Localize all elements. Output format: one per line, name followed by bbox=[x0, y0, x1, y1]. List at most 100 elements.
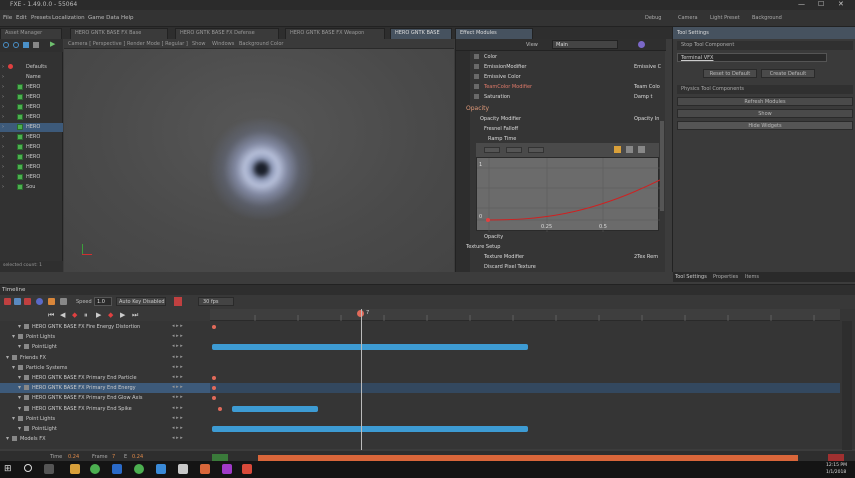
speed-input[interactable]: 1.0 bbox=[94, 297, 112, 306]
menu-file[interactable]: File bbox=[3, 15, 12, 21]
menu-presets[interactable]: Presets bbox=[31, 15, 51, 21]
asset-checkbox[interactable] bbox=[17, 94, 23, 100]
chevron-down-icon[interactable]: ▾ bbox=[18, 405, 21, 412]
track-lane[interactable] bbox=[210, 332, 840, 342]
track-lane[interactable] bbox=[210, 353, 840, 363]
chevron-right-icon[interactable]: › bbox=[2, 74, 4, 80]
view-select[interactable]: Main bbox=[552, 40, 618, 49]
chevron-right-icon[interactable]: › bbox=[2, 94, 4, 100]
effect-row-value[interactable]: Team Colo bbox=[634, 84, 660, 90]
tab-weapon[interactable]: HERO GNTK BASE FX Weapon bbox=[285, 28, 385, 39]
track-row[interactable]: ▾ PointLight ◂ ▸ ▸ bbox=[0, 342, 210, 352]
track-lane[interactable] bbox=[210, 424, 840, 434]
clip-bar[interactable] bbox=[212, 344, 528, 351]
chevron-down-icon[interactable]: ▾ bbox=[12, 415, 15, 422]
track-lane[interactable] bbox=[210, 373, 840, 383]
effect-row[interactable]: EmissionModifier Emissive C bbox=[470, 62, 666, 72]
camera-dropdown[interactable]: Camera bbox=[678, 15, 698, 21]
minimize-button[interactable]: — bbox=[798, 0, 805, 8]
stop-tool-section[interactable]: Stop Tool Component bbox=[677, 41, 853, 50]
camera-mode[interactable]: Camera [ Perspective ] bbox=[68, 41, 125, 47]
asset-row[interactable]: › HERO bbox=[0, 173, 63, 182]
track-controls-icon[interactable]: ◂ ▸ ▸ bbox=[172, 384, 183, 390]
zoom-icon[interactable] bbox=[638, 146, 645, 153]
chevron-right-icon[interactable]: › bbox=[2, 154, 4, 160]
effect-row-value[interactable]: Damp t bbox=[634, 94, 653, 100]
chrome-icon[interactable] bbox=[90, 464, 100, 474]
chevron-down-icon[interactable]: ▾ bbox=[18, 323, 21, 330]
app-icon-1[interactable] bbox=[156, 464, 166, 474]
play-button[interactable]: ▶ bbox=[96, 311, 101, 319]
search-icon[interactable] bbox=[3, 42, 9, 48]
track-row[interactable]: ▾ Models FX ◂ ▸ ▸ bbox=[0, 434, 210, 444]
pause-button[interactable]: ⏸ bbox=[84, 311, 88, 320]
windows-menu[interactable]: Windows bbox=[212, 41, 234, 47]
show-menu[interactable]: Show bbox=[192, 41, 206, 47]
chevron-down-icon[interactable]: ▾ bbox=[12, 364, 15, 371]
effect-row[interactable]: Color bbox=[470, 52, 666, 62]
track-lane[interactable] bbox=[210, 363, 840, 373]
task-view-icon[interactable] bbox=[44, 464, 54, 474]
asset-row[interactable]: › HERO bbox=[0, 93, 63, 102]
opacity-row-value[interactable]: Opacity In bbox=[634, 116, 659, 122]
track-row[interactable]: ▾ HERO GNTK BASE FX Primary End Glow Axis… bbox=[0, 393, 210, 403]
lock-icon[interactable] bbox=[614, 146, 621, 153]
chevron-down-icon[interactable]: ▾ bbox=[6, 435, 9, 442]
chevron-down-icon[interactable]: ▾ bbox=[18, 425, 21, 432]
track-lane[interactable] bbox=[210, 414, 840, 424]
reset-default-button[interactable]: Reset to Default bbox=[703, 69, 757, 78]
track-lane[interactable] bbox=[210, 434, 840, 444]
asset-row[interactable]: › HERO bbox=[0, 103, 63, 112]
asset-row[interactable]: › HERO bbox=[0, 83, 63, 92]
texture-row[interactable]: Opacity bbox=[470, 232, 666, 242]
physics-section[interactable]: Physics Tool Components bbox=[677, 85, 853, 94]
fps-select[interactable]: 30 fps bbox=[198, 297, 234, 306]
chevron-down-icon[interactable]: ▾ bbox=[18, 394, 21, 401]
create-default-button[interactable]: Create Default bbox=[761, 69, 815, 78]
play-icon[interactable]: ▶ bbox=[50, 40, 55, 48]
asset-checkbox[interactable] bbox=[17, 134, 23, 140]
search-icon[interactable] bbox=[24, 464, 32, 472]
refresh-modules-button[interactable]: Refresh Modules bbox=[677, 97, 853, 106]
track-row[interactable]: ▾ Particle Systems ◂ ▸ ▸ bbox=[0, 363, 210, 373]
chevron-down-icon[interactable]: ▾ bbox=[12, 333, 15, 340]
asset-checkbox[interactable] bbox=[17, 174, 23, 180]
asset-row[interactable]: › HERO bbox=[0, 113, 63, 122]
loop-icon[interactable] bbox=[36, 298, 43, 305]
tab-properties[interactable]: Properties bbox=[713, 274, 738, 280]
menu-localization[interactable]: Localization bbox=[52, 15, 85, 21]
track-row[interactable]: ▾ Point Lights ◂ ▸ ▸ bbox=[0, 414, 210, 424]
save-icon[interactable] bbox=[23, 42, 29, 48]
fxe-app-icon[interactable] bbox=[242, 464, 252, 474]
first-frame-button[interactable]: ⏮ bbox=[48, 311, 54, 320]
tab-defense[interactable]: HERO GNTK BASE FX Defense bbox=[175, 28, 279, 39]
3d-viewport[interactable]: Camera [ Perspective ] Render Mode [ Reg… bbox=[64, 39, 454, 272]
tab-tool-settings[interactable]: Tool Settings bbox=[675, 274, 707, 280]
prev-frame-button[interactable]: ◀ bbox=[60, 311, 65, 319]
app-icon-2[interactable] bbox=[178, 464, 188, 474]
asset-checkbox[interactable] bbox=[17, 124, 23, 130]
show-button[interactable]: Show bbox=[677, 109, 853, 118]
track-lane[interactable] bbox=[210, 322, 840, 332]
key-icon[interactable] bbox=[14, 298, 21, 305]
keyframe-marker[interactable] bbox=[212, 396, 216, 401]
last-frame-button[interactable]: ⏭ bbox=[132, 311, 138, 320]
tab-active[interactable]: HERO GNTK BASE bbox=[390, 28, 452, 39]
settings-icon[interactable] bbox=[638, 41, 645, 48]
render-mode[interactable]: Render Mode [ Regular ] bbox=[127, 41, 188, 47]
opacity-curve-editor[interactable]: 1 0 0.25 0.5 bbox=[476, 157, 661, 232]
filter-icon[interactable] bbox=[60, 298, 67, 305]
track-controls-icon[interactable]: ◂ ▸ ▸ bbox=[172, 435, 183, 441]
track-lane[interactable] bbox=[210, 404, 840, 414]
next-key-button[interactable]: ◆ bbox=[108, 311, 113, 319]
clip-bar[interactable] bbox=[212, 426, 528, 432]
track-row[interactable]: ▾ PointLight ◂ ▸ ▸ bbox=[0, 424, 210, 434]
asset-checkbox[interactable] bbox=[17, 114, 23, 120]
folder-icon[interactable] bbox=[33, 42, 39, 48]
track-controls-icon[interactable]: ◂ ▸ ▸ bbox=[172, 333, 183, 339]
track-lane[interactable] bbox=[210, 393, 840, 403]
keyframe-marker[interactable] bbox=[212, 325, 216, 329]
track-lane[interactable] bbox=[210, 383, 840, 394]
track-row[interactable]: ▾ HERO GNTK BASE FX Primary End Spike ◂ ▸ … bbox=[0, 404, 210, 414]
chevron-right-icon[interactable]: › bbox=[2, 184, 4, 190]
